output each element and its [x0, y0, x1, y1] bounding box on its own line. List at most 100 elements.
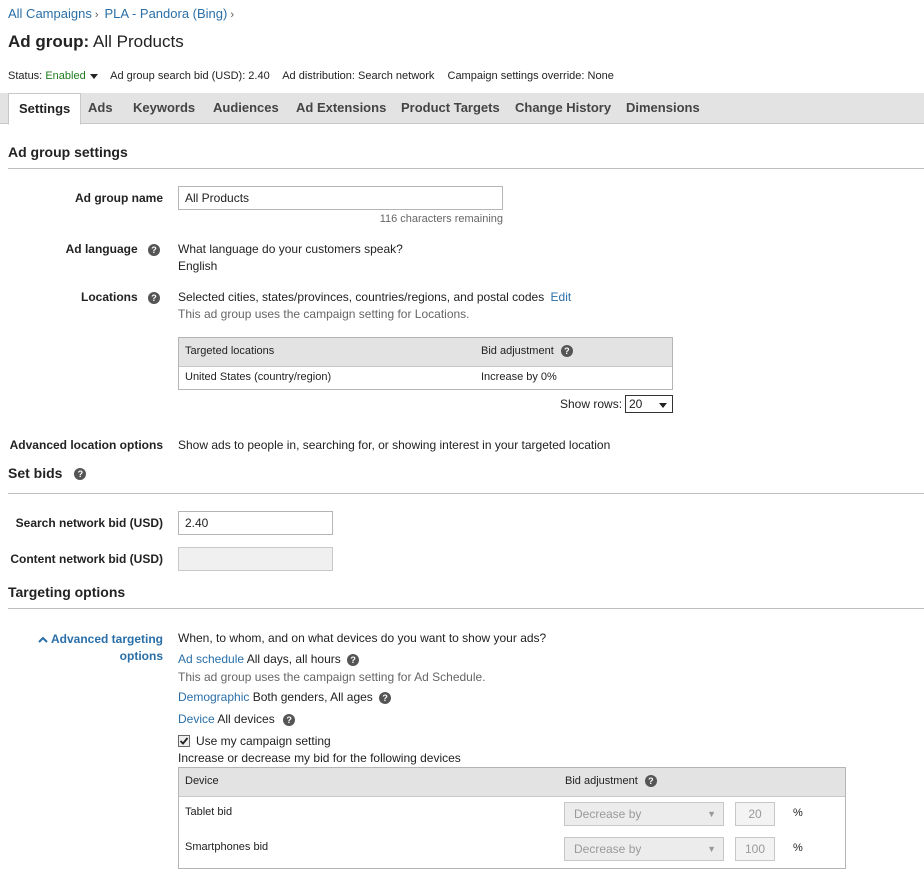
locations-edit-link[interactable]: Edit — [551, 290, 572, 304]
help-icon[interactable]: ? — [644, 775, 657, 788]
status-value: Enabled — [45, 70, 86, 82]
status-bar: Status: Enabled Ad group search bid (USD… — [8, 70, 624, 82]
help-icon[interactable]: ? — [283, 713, 296, 726]
breadcrumb: All Campaigns › PLA - Pandora (Bing) › — [8, 6, 240, 21]
tablet-bid-input[interactable]: 20 — [735, 802, 775, 826]
page-title-prefix: Ad group: — [8, 32, 90, 51]
tab-dimensions[interactable]: Dimensions — [626, 93, 700, 123]
chevron-up-icon — [38, 636, 48, 643]
search-bid-input[interactable]: 2.40 — [178, 511, 333, 535]
column-header-label: Bid adjustment — [481, 345, 554, 357]
ad-schedule-link[interactable]: Ad schedule — [178, 652, 244, 666]
page-title: Ad group: All Products — [8, 32, 184, 52]
breadcrumb-separator-icon: › — [230, 9, 235, 21]
tablet-direction-select[interactable]: Decrease by ▼ — [564, 802, 724, 826]
ad-group-name-label: Ad group name — [74, 191, 163, 205]
tab-keywords[interactable]: Keywords — [133, 93, 195, 123]
targeting-question: When, to whom, and on what devices do yo… — [178, 631, 547, 645]
demographic-link[interactable]: Demographic — [178, 690, 249, 704]
language-question: What language do your customers speak? — [178, 242, 403, 256]
override-summary: Campaign settings override: None — [447, 70, 614, 82]
locations-label-row: Locations ? — [0, 290, 160, 304]
tab-change-history[interactable]: Change History — [515, 93, 611, 123]
section-divider — [8, 493, 924, 494]
caret-down-icon — [659, 403, 667, 408]
column-header-bid-adjustment: Bid adjustment ? — [481, 345, 573, 358]
tab-product-targets[interactable]: Product Targets — [401, 93, 500, 123]
help-icon[interactable]: ? — [148, 243, 160, 256]
tab-ads[interactable]: Ads — [88, 93, 113, 123]
set-bids-heading-row: Set bids ? — [8, 465, 87, 481]
ad-schedule-value: All days, all hours — [246, 652, 341, 666]
content-bid-label: Content network bid (USD) — [10, 552, 163, 566]
help-icon[interactable]: ? — [560, 345, 573, 358]
locations-text: Selected cities, states/provinces, count… — [178, 290, 545, 304]
ad-language-label-row: Ad language ? — [0, 242, 160, 256]
locations-summary: Selected cities, states/provinces, count… — [178, 290, 571, 304]
section-divider — [8, 608, 924, 609]
caret-down-icon: ▼ — [707, 809, 716, 819]
help-icon[interactable]: ? — [347, 653, 360, 666]
device-name-cell: Smartphones bid — [185, 841, 269, 853]
status-label: Status: — [8, 70, 43, 82]
show-rows-value: 20 — [629, 397, 643, 411]
section-divider — [8, 168, 924, 169]
column-header-label: Bid adjustment — [565, 775, 638, 787]
use-campaign-setting-label: Use my campaign setting — [196, 734, 331, 748]
table-row: Tablet bid Decrease by ▼ 20 % — [179, 797, 845, 832]
device-name-cell: Tablet bid — [185, 806, 233, 818]
ad-group-settings-heading: Ad group settings — [8, 144, 128, 160]
checkbox-checked-icon — [178, 735, 190, 747]
smartphones-direction-select[interactable]: Decrease by ▼ — [564, 837, 724, 861]
language-value: English — [178, 259, 218, 273]
location-cell: United States (country/region) — [185, 371, 332, 383]
page-title-name: All Products — [93, 32, 184, 51]
device-table-header: Device Bid adjustment ? — [179, 768, 845, 797]
targeting-options-heading: Targeting options — [8, 584, 126, 600]
device-value: All devices — [217, 712, 275, 726]
show-rows-select[interactable]: 20 — [625, 395, 673, 413]
tab-audiences[interactable]: Audiences — [213, 93, 279, 123]
help-icon[interactable]: ? — [148, 291, 160, 304]
tab-ad-extensions[interactable]: Ad Extensions — [296, 93, 386, 123]
set-bids-heading: Set bids — [8, 465, 63, 481]
increase-note: Increase or decrease my bid for the foll… — [178, 751, 461, 765]
ad-schedule-row: Ad schedule All days, all hours ? — [178, 652, 360, 666]
breadcrumb-campaign[interactable]: PLA - Pandora (Bing) — [105, 6, 228, 21]
demographic-value: Both genders, All ages — [252, 690, 373, 704]
content-bid-input[interactable] — [178, 547, 333, 571]
help-icon[interactable]: ? — [379, 691, 392, 704]
smartphones-direction-value: Decrease by — [574, 842, 642, 856]
advanced-targeting-toggle[interactable]: Advanced targeting options — [20, 631, 163, 665]
search-bid-label: Search network bid (USD) — [15, 516, 163, 530]
tablet-direction-value: Decrease by — [574, 807, 642, 821]
breadcrumb-separator-icon: › — [94, 9, 99, 21]
chars-remaining: 116 characters remaining — [379, 213, 503, 225]
table-row: United States (country/region) Increase … — [179, 367, 672, 389]
column-header-device: Device — [185, 775, 219, 787]
column-header-bid-adjustment: Bid adjustment ? — [565, 775, 657, 788]
smartphones-bid-input[interactable]: 100 — [735, 837, 775, 861]
status-dropdown[interactable]: Status: Enabled — [8, 70, 98, 82]
locations-label: Locations — [80, 290, 138, 304]
percent-unit: % — [793, 807, 803, 819]
device-link[interactable]: Device — [178, 712, 215, 726]
bid-adjustment-cell: Increase by 0% — [481, 371, 557, 383]
help-icon[interactable]: ? — [74, 468, 87, 481]
locations-table: Targeted locations Bid adjustment ? Unit… — [178, 337, 673, 390]
column-header-targeted-locations: Targeted locations — [185, 345, 275, 357]
ad-schedule-note: This ad group uses the campaign setting … — [178, 670, 486, 684]
advanced-location-text: Show ads to people in, searching for, or… — [178, 438, 611, 452]
tab-bar: Settings Ads Keywords Audiences Ad Exten… — [0, 93, 924, 125]
distribution-summary: Ad distribution: Search network — [282, 70, 435, 82]
tab-settings[interactable]: Settings — [8, 93, 82, 125]
caret-down-icon: ▼ — [707, 844, 716, 854]
table-row: Smartphones bid Decrease by ▼ 100 % — [179, 832, 845, 867]
advanced-targeting-line1: Advanced targeting — [50, 632, 163, 646]
ad-group-name-input[interactable]: All Products — [178, 186, 503, 210]
breadcrumb-all-campaigns[interactable]: All Campaigns — [8, 6, 92, 21]
search-bid-summary: Ad group search bid (USD): 2.40 — [110, 70, 270, 82]
locations-table-header: Targeted locations Bid adjustment ? — [179, 338, 672, 367]
percent-unit: % — [793, 842, 803, 854]
locations-note: This ad group uses the campaign setting … — [178, 307, 470, 321]
